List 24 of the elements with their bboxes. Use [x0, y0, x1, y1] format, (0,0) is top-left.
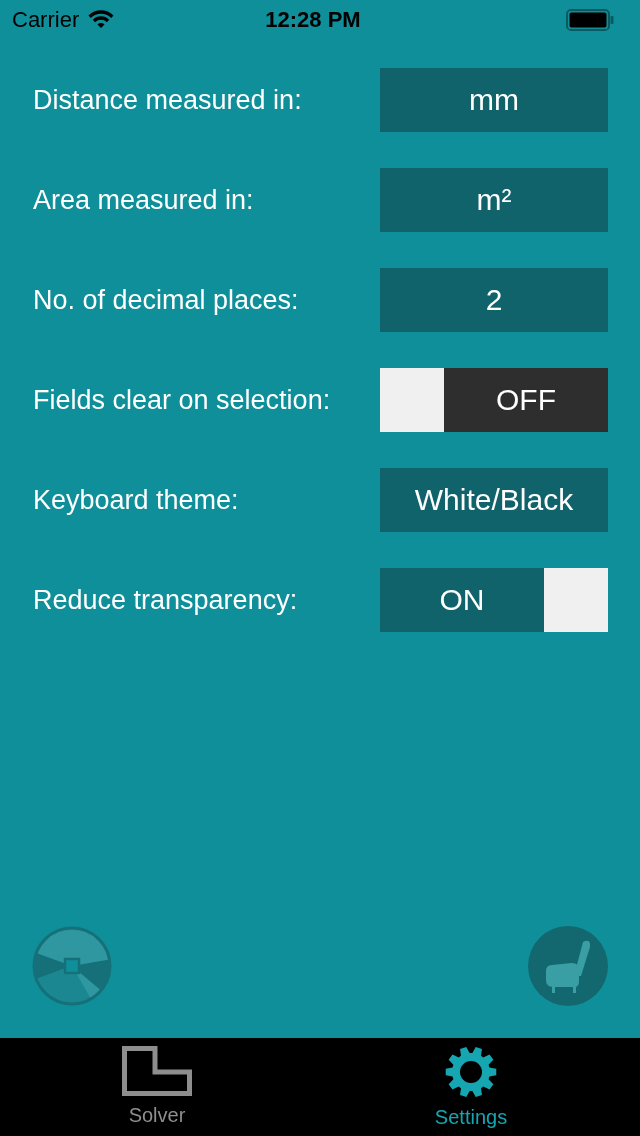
- value-selector[interactable]: White/Black: [380, 468, 608, 532]
- battery-icon: [566, 9, 614, 31]
- setting-label: Reduce transparency:: [33, 584, 298, 616]
- setting-label: Keyboard theme:: [33, 484, 239, 516]
- setting-label: Distance measured in:: [33, 84, 302, 116]
- value-selector[interactable]: mm: [380, 68, 608, 132]
- toggle-switch[interactable]: ON: [380, 568, 608, 632]
- toggle-switch[interactable]: OFF: [380, 368, 608, 432]
- tab-bar-item[interactable]: Solver: [0, 1038, 314, 1136]
- tab-bar-item[interactable]: Settings: [314, 1038, 628, 1136]
- setting-label: Fields clear on selection:: [33, 384, 331, 416]
- gear-icon: [445, 1046, 497, 1098]
- toggle-knob: [380, 368, 444, 432]
- carrier-label: Carrier: [12, 7, 80, 33]
- l-shape-icon: [122, 1046, 192, 1096]
- quadrant-dial-icon[interactable]: [32, 926, 112, 1006]
- value-selector[interactable]: 2: [380, 268, 608, 332]
- toggle-knob: [544, 568, 608, 632]
- setting-label: Area measured in:: [33, 184, 254, 216]
- setting-label: No. of decimal places:: [33, 284, 299, 316]
- status-time: 12:28 PM: [265, 7, 361, 33]
- wifi-icon: [87, 10, 116, 30]
- armchair-icon[interactable]: [528, 926, 608, 1006]
- value-selector[interactable]: m²: [380, 168, 608, 232]
